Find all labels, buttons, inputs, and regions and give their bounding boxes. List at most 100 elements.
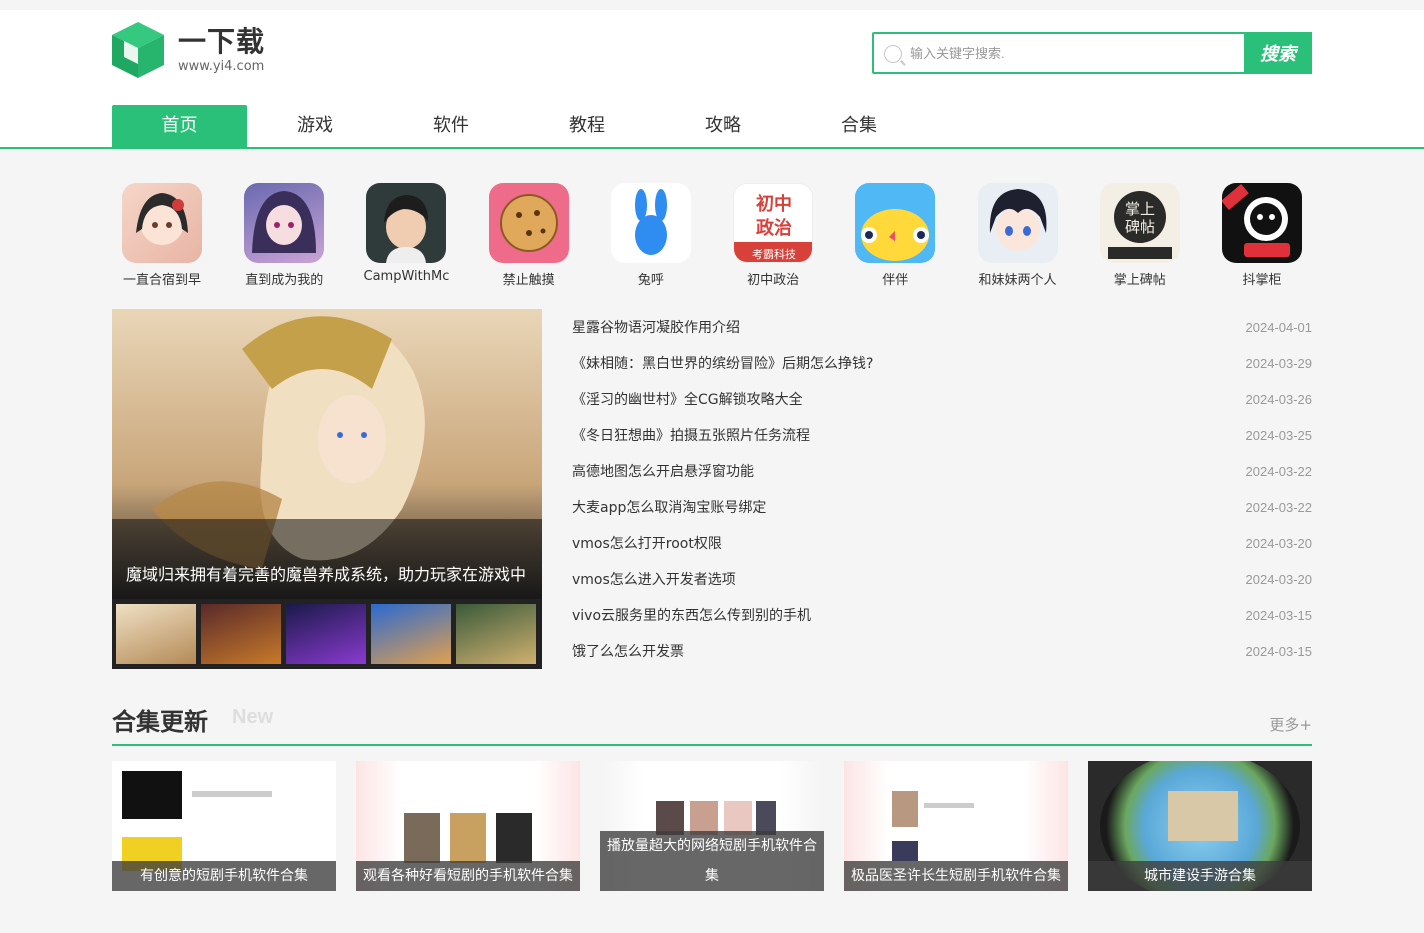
app-item[interactable]: 直到成为我的 [234,183,334,288]
news-date: 2024-03-22 [1245,463,1313,479]
list-item[interactable]: 《妹相随：黑白世界的缤纷冒险》后期怎么挣钱? 2024-03-29 [572,345,1312,381]
app-name[interactable]: CampWithMc [356,269,456,284]
site-logo[interactable]: 一下载 www.yi4.com [110,20,265,80]
collection-label[interactable]: 观看各种好看短剧的手机软件合集 [356,861,580,891]
news-title[interactable]: 《淫习的幽世村》全CG解锁攻略大全 [572,389,803,409]
list-item[interactable]: 饿了么怎么开发票 2024-03-15 [572,633,1312,669]
banner-image[interactable] [112,309,542,599]
news-title[interactable]: 饿了么怎么开发票 [572,641,684,661]
collection-label[interactable]: 极品医圣许长生短剧手机软件合集 [844,861,1068,891]
poster-thumb [656,801,684,835]
more-link[interactable]: 更多+ [1269,714,1312,735]
calligraphy-icon[interactable]: 掌上 碑帖 [1099,183,1180,263]
banner-thumb[interactable] [456,604,536,664]
app-item[interactable]: CampWithMc [356,183,456,288]
banner-thumb[interactable] [286,604,366,664]
list-item[interactable]: 《淫习的幽世村》全CG解锁攻略大全 2024-03-26 [572,381,1312,417]
collection-label[interactable]: 播放量超大的网络短剧手机软件合集 [600,831,824,891]
anime-boy-icon[interactable] [977,183,1058,263]
search-input[interactable] [910,34,1244,72]
collection-card[interactable]: 极品医圣许长生短剧手机软件合集 [844,761,1068,891]
list-item[interactable]: vmos怎么进入开发者选项 2024-03-20 [572,561,1312,597]
nav-home[interactable]: 首页 [112,105,247,147]
poster-thumb [724,801,752,835]
cookie-icon[interactable] [488,183,569,263]
banner-caption[interactable]: 魔域归来拥有着完善的魔兽养成系统，助力玩家在游戏中 [126,561,536,585]
app-name[interactable]: 一直合宿到早 [112,269,212,288]
app-name[interactable]: 兔呼 [601,269,701,288]
news-title[interactable]: 高德地图怎么开启悬浮窗功能 [572,461,754,481]
app-name[interactable]: 和妹妹两个人 [968,269,1068,288]
collection-label[interactable]: 城市建设手游合集 [1088,861,1312,891]
collection-card[interactable]: 城市建设手游合集 [1088,761,1312,891]
nav-underline [0,147,1424,149]
cube-logo-icon [112,22,164,78]
banner-thumb[interactable] [201,604,281,664]
mascot-icon[interactable] [1221,183,1302,263]
app-item[interactable]: 禁止触摸 [479,183,579,288]
news-list: 星露谷物语河凝胶作用介绍 2024-04-01 《妹相随：黑白世界的缤纷冒险》后期… [572,309,1312,669]
collection-card[interactable]: 播放量超大的网络短剧手机软件合集 [600,761,824,891]
app-item[interactable]: 掌上 碑帖 掌上碑帖 [1090,183,1190,288]
logo-url: www.yi4.com [178,58,265,74]
anime-girl-icon[interactable] [244,183,325,263]
news-date: 2024-03-22 [1245,499,1313,515]
list-item[interactable]: 高德地图怎么开启悬浮窗功能 2024-03-22 [572,453,1312,489]
app-item[interactable]: 伴伴 [845,183,945,288]
poster-thumb [496,813,532,863]
poster-thumb [450,813,486,863]
collection-card[interactable]: 观看各种好看短剧的手机软件合集 [356,761,580,891]
anime-girl-icon[interactable] [122,183,202,263]
news-title[interactable]: 《冬日狂想曲》拍摄五张照片任务流程 [572,425,810,445]
news-date: 2024-03-15 [1245,607,1313,623]
app-item[interactable]: 抖掌柜 [1212,183,1312,288]
news-title[interactable]: 大麦app怎么取消淘宝账号绑定 [572,497,766,517]
svg-text:考霸科技: 考霸科技 [752,247,796,261]
list-item[interactable]: vmos怎么打开root权限 2024-03-20 [572,525,1312,561]
chick-icon[interactable] [855,183,936,263]
featured-banner[interactable]: 魔域归来拥有着完善的魔兽养成系统，助力玩家在游戏中 [112,309,542,669]
app-item[interactable]: 一直合宿到早 [112,183,212,288]
app-item[interactable]: 兔呼 [601,183,701,288]
banner-thumb[interactable] [371,604,451,664]
news-title[interactable]: vivo云服务里的东西怎么传到别的手机 [572,605,811,625]
nav-guides[interactable]: 攻略 [655,105,791,147]
app-name[interactable]: 抖掌柜 [1212,269,1312,288]
news-date: 2024-03-25 [1245,427,1313,443]
app-name[interactable]: 直到成为我的 [234,269,334,288]
textbook-icon[interactable]: 初中 政治 考霸科技 [733,183,814,263]
list-item[interactable]: vivo云服务里的东西怎么传到别的手机 2024-03-15 [572,597,1312,633]
banner-thumb[interactable] [116,604,196,664]
svg-text:政治: 政治 [756,217,792,239]
news-title[interactable]: 星露谷物语河凝胶作用介绍 [572,317,740,337]
nav-games[interactable]: 游戏 [247,105,383,147]
list-item[interactable]: 《冬日狂想曲》拍摄五张照片任务流程 2024-03-25 [572,417,1312,453]
rabbit-icon[interactable] [610,183,691,263]
search-bar: 搜索 [872,32,1312,74]
app-name[interactable]: 初中政治 [723,269,823,288]
app-item[interactable]: 初中 政治 考霸科技 初中政治 [723,183,823,288]
text-placeholder [192,791,272,797]
app-item[interactable]: 和妹妹两个人 [968,183,1068,288]
news-title[interactable]: 《妹相随：黑白世界的缤纷冒险》后期怎么挣钱? [572,353,873,373]
news-title[interactable]: vmos怎么打开root权限 [572,533,722,553]
app-name[interactable]: 伴伴 [845,269,945,288]
collection-grid: 有创意的短剧手机软件合集 观看各种好看短剧的手机软件合集 播放量超大的网络短剧手… [112,761,1312,891]
section-subtitle: New [232,706,274,728]
list-item[interactable]: 星露谷物语河凝胶作用介绍 2024-04-01 [572,309,1312,345]
list-item[interactable]: 大麦app怎么取消淘宝账号绑定 2024-03-22 [572,489,1312,525]
app-name[interactable]: 禁止触摸 [479,269,579,288]
cartoon-man-icon[interactable] [366,183,447,263]
nav-software[interactable]: 软件 [383,105,519,147]
search-button[interactable]: 搜索 [1244,32,1312,74]
collection-card[interactable]: 有创意的短剧手机软件合集 [112,761,336,891]
site-header: 一下载 www.yi4.com 搜索 首页 游戏 软件 教程 攻略 合集 [0,10,1424,149]
news-title[interactable]: vmos怎么进入开发者选项 [572,569,736,589]
app-name[interactable]: 掌上碑帖 [1090,269,1190,288]
building-shape [1168,791,1238,841]
poster-thumb [892,791,918,827]
collection-label[interactable]: 有创意的短剧手机软件合集 [112,861,336,891]
nav-collections[interactable]: 合集 [791,105,927,147]
nav-tutorials[interactable]: 教程 [519,105,655,147]
svg-text:初中: 初中 [756,193,792,215]
